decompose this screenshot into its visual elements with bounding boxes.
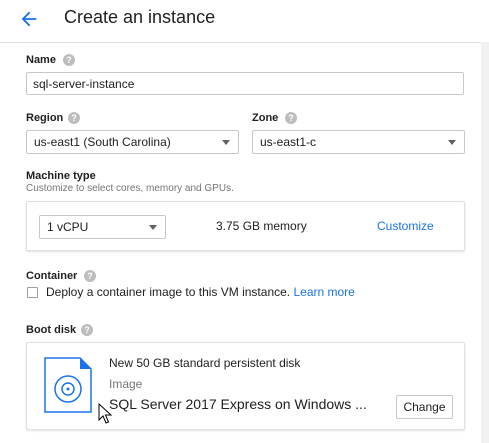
- zone-select[interactable]: us-east1-c: [252, 130, 465, 154]
- svg-text:?: ?: [71, 113, 77, 123]
- chevron-down-icon: [222, 140, 230, 145]
- help-icon[interactable]: ?: [68, 112, 80, 124]
- cpu-selected-value: 1 vCPU: [47, 220, 89, 234]
- machine-type-card: 1 vCPU 3.75 GB memory Customize: [26, 201, 465, 251]
- region-label: Region: [26, 112, 64, 124]
- disk-title: New 50 GB standard persistent disk: [109, 356, 301, 370]
- arrow-back-icon[interactable]: [18, 8, 40, 30]
- svg-text:?: ?: [87, 271, 93, 281]
- chevron-down-icon: [448, 140, 456, 145]
- svg-text:?: ?: [84, 325, 90, 335]
- help-icon[interactable]: ?: [63, 54, 75, 66]
- machine-type-description: Customize to select cores, memory and GP…: [26, 183, 234, 194]
- cpu-select[interactable]: 1 vCPU: [39, 215, 166, 239]
- learn-more-link[interactable]: Learn more: [293, 285, 354, 299]
- disk-image-name: SQL Server 2017 Express on Windows ...: [109, 396, 367, 412]
- name-label: Name: [26, 54, 56, 66]
- scrollbar-track[interactable]: [481, 42, 489, 443]
- svg-text:?: ?: [288, 113, 294, 123]
- container-checkbox-text: Deploy a container image to this VM inst…: [46, 285, 291, 299]
- help-icon[interactable]: ?: [81, 324, 93, 336]
- help-icon[interactable]: ?: [285, 112, 297, 124]
- svg-text:?: ?: [66, 55, 72, 65]
- container-checkbox-label: Deploy a container image to this VM inst…: [46, 285, 355, 299]
- disk-image-type: Image: [109, 377, 143, 391]
- chevron-down-icon: [149, 225, 157, 230]
- help-icon[interactable]: ?: [84, 270, 96, 282]
- zone-label: Zone: [252, 112, 279, 124]
- page-header: Create an instance: [0, 0, 489, 43]
- region-selected-value: us-east1 (South Carolina): [34, 135, 171, 149]
- region-select[interactable]: us-east1 (South Carolina): [26, 130, 239, 154]
- customize-link[interactable]: Customize: [377, 219, 434, 233]
- change-button[interactable]: Change: [396, 395, 453, 419]
- name-input[interactable]: [26, 72, 464, 95]
- boot-disk-label: Boot disk: [26, 324, 77, 336]
- mouse-cursor-icon: [98, 403, 112, 424]
- memory-value: 3.75 GB memory: [216, 219, 307, 233]
- disk-image-icon: [44, 357, 92, 413]
- boot-disk-card: New 50 GB standard persistent disk Image…: [26, 342, 465, 430]
- container-checkbox[interactable]: [27, 287, 38, 298]
- machine-type-label: Machine type: [26, 170, 96, 182]
- container-label: Container: [26, 270, 78, 282]
- zone-selected-value: us-east1-c: [260, 135, 317, 149]
- page-title: Create an instance: [64, 7, 216, 27]
